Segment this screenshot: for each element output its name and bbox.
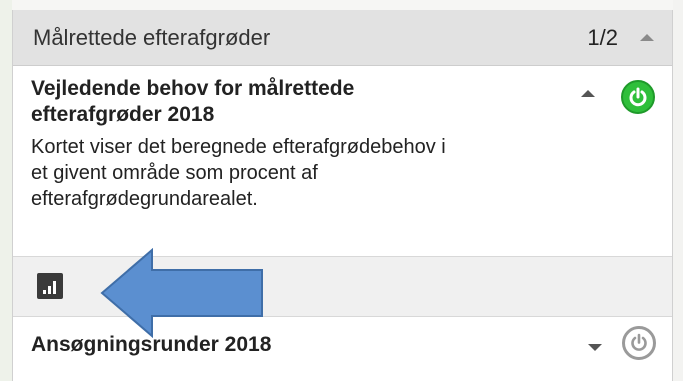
power-icon xyxy=(629,87,647,107)
layer-description: Kortet viser det beregnede efterafgrødeb… xyxy=(31,136,446,210)
map-background-right xyxy=(673,0,683,381)
pointer-arrow-icon xyxy=(100,248,263,338)
collapse-group-icon[interactable] xyxy=(640,34,654,41)
expand-layer-icon[interactable] xyxy=(588,344,602,351)
collapse-layer-icon[interactable] xyxy=(581,90,595,97)
layer-group-count: 1/2 xyxy=(587,24,618,50)
layer-title: Vejledende behov for målrettede efterafg… xyxy=(31,77,355,126)
layer-visibility-toggle[interactable] xyxy=(621,80,655,114)
layer-item-vejledende-behov: Vejledende behov for målrettede efterafg… xyxy=(13,66,672,256)
legend-bar-chart-icon[interactable] xyxy=(37,273,63,299)
layer-group-title: Målrettede efterafgrøder xyxy=(33,24,271,50)
power-icon xyxy=(631,333,647,351)
layer-group-header[interactable]: Målrettede efterafgrøder 1/2 xyxy=(13,10,672,66)
map-background-left xyxy=(0,0,12,381)
layer-visibility-toggle[interactable] xyxy=(622,326,656,360)
